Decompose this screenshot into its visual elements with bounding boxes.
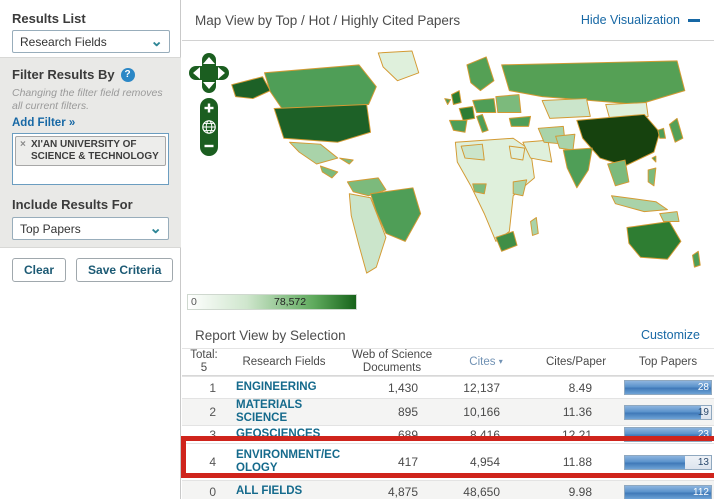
map-view-title: Map View by Top / Hot / Highly Cited Pap…	[195, 13, 460, 28]
country-south-korea	[658, 128, 666, 138]
country-india	[563, 148, 592, 188]
country-turkey	[509, 116, 530, 126]
legend-min: 0	[191, 296, 197, 308]
top-papers-bar: 112	[624, 485, 712, 499]
top-papers-bar: 28	[624, 380, 712, 395]
sidebar: Results List Research Fields ⌄ Filter Re…	[0, 0, 181, 499]
include-results-select[interactable]: Top Papers ⌄	[12, 217, 169, 240]
country-egypt	[509, 146, 524, 160]
table-header-row: Total: 5 Research Fields Web of Science …	[182, 349, 714, 376]
country-algeria	[461, 144, 484, 160]
filter-note: Changing the filter field removes all cu…	[12, 87, 169, 113]
filter-tag: × XI'AN UNIVERSITY OF SCIENCE & TECHNOLO…	[15, 136, 166, 166]
chevron-down-icon: ⌄	[150, 37, 169, 47]
filter-panel: Filter Results By ? Changing the filter …	[0, 57, 181, 248]
table-row-all-fields: 0 ALL FIELDS 4,875 48,650 9.98 112	[182, 480, 714, 499]
include-results-value: Top Papers	[20, 222, 81, 236]
column-header-top-papers: Top Papers	[622, 356, 714, 369]
country-italy	[477, 114, 489, 132]
results-list-select[interactable]: Research Fields ⌄	[12, 30, 170, 53]
country-russia	[502, 61, 685, 105]
country-japan	[669, 118, 682, 142]
chevron-down-icon: ⌄	[149, 224, 168, 234]
total-count: Total: 5	[182, 349, 226, 374]
field-link[interactable]: GEOSCIENCES	[226, 428, 342, 441]
region-central-america	[320, 166, 337, 178]
region-iberia	[450, 120, 467, 132]
top-papers-bar: 13	[624, 455, 712, 470]
report-view-header: Report View by Selection Customize	[182, 322, 714, 349]
main-panel: Map View by Top / Hot / Highly Cited Pap…	[182, 0, 714, 499]
report-view-title: Report View by Selection	[195, 328, 346, 343]
country-canada	[264, 65, 376, 109]
world-map[interactable]	[224, 47, 706, 285]
customize-link[interactable]: Customize	[641, 328, 700, 342]
hide-visualization-link[interactable]: Hide Visualization	[581, 13, 700, 27]
filter-tag-label: XI'AN UNIVERSITY OF SCIENCE & TECHNOLOGY	[31, 139, 159, 162]
column-header-documents: Web of Science Documents	[342, 349, 442, 374]
map-visualization: 0 78,572	[182, 41, 714, 322]
table-row-environment-ecology: 4 ENVIRONMENT/ECOLOGY 417 4,954 11.88 13	[182, 443, 714, 480]
add-filter-link[interactable]: Add Filter »	[12, 117, 75, 129]
help-icon[interactable]: ?	[121, 68, 135, 82]
region-pakistan-afghanistan	[556, 134, 575, 150]
country-france	[459, 107, 474, 121]
region-caribbean	[340, 158, 353, 164]
table-row-geosciences: 3 GEOSCIENCES 689 8,416 12.21 23	[182, 425, 714, 443]
map-pan-control[interactable]	[189, 53, 229, 93]
country-usa	[274, 105, 370, 143]
filter-results-by-label: Filter Results By	[12, 67, 115, 82]
map-view-header: Map View by Top / Hot / Highly Cited Pap…	[182, 0, 714, 41]
country-philippines	[648, 168, 656, 186]
country-indonesia	[612, 196, 668, 212]
map-legend: 0 78,572	[187, 294, 357, 310]
region-indonesia-east	[660, 212, 679, 222]
results-list-value: Research Fields	[20, 35, 107, 49]
esi-app: Results List Research Fields ⌄ Filter Re…	[0, 0, 714, 499]
table-row-materials-science: 2 MATERIALS SCIENCE 895 10,166 11.36 19	[182, 398, 714, 425]
include-results-label: Include Results For	[12, 197, 169, 212]
country-mexico	[290, 142, 338, 164]
country-taiwan	[652, 156, 656, 162]
column-header-cites-per-paper: Cites/Paper	[530, 356, 622, 369]
results-list-label: Results List	[12, 11, 86, 26]
map-zoom-control[interactable]	[200, 98, 218, 156]
region-southeast-asia	[608, 160, 629, 186]
country-uk	[452, 91, 462, 105]
table-row-engineering: 1 ENGINEERING 1,430 12,137 8.49 28	[182, 376, 714, 398]
region-east-africa	[513, 180, 526, 196]
country-alaska	[232, 77, 271, 99]
results-table: Total: 5 Research Fields Web of Science …	[182, 349, 714, 499]
country-australia	[627, 222, 681, 260]
country-greenland	[378, 51, 418, 81]
field-link[interactable]: ENGINEERING	[226, 381, 342, 394]
field-link[interactable]: MATERIALS SCIENCE	[226, 399, 342, 425]
country-madagascar	[531, 218, 539, 236]
top-papers-bar: 19	[624, 405, 712, 420]
country-kazakhstan	[542, 99, 590, 119]
country-ireland	[445, 99, 451, 105]
top-papers-bar: 23	[624, 427, 712, 442]
country-new-zealand	[693, 251, 701, 267]
save-criteria-button[interactable]: Save Criteria	[76, 258, 173, 282]
legend-max: 78,572	[274, 296, 306, 308]
column-header-cites-sort[interactable]: Cites ▾	[442, 356, 530, 369]
column-header-research-fields: Research Fields	[226, 356, 342, 369]
region-eastern-europe	[496, 95, 521, 113]
remove-filter-icon[interactable]: ×	[20, 139, 26, 151]
field-link[interactable]: ENVIRONMENT/ECOLOGY	[226, 449, 342, 475]
region-scandinavia	[467, 57, 494, 91]
filter-list-box[interactable]: × XI'AN UNIVERSITY OF SCIENCE & TECHNOLO…	[12, 133, 169, 185]
region-west-africa	[473, 184, 486, 194]
sort-down-icon: ▾	[499, 357, 503, 366]
clear-button[interactable]: Clear	[12, 258, 66, 282]
region-central-europe	[473, 99, 496, 113]
minus-icon	[688, 19, 700, 22]
field-link[interactable]: ALL FIELDS	[226, 485, 342, 498]
